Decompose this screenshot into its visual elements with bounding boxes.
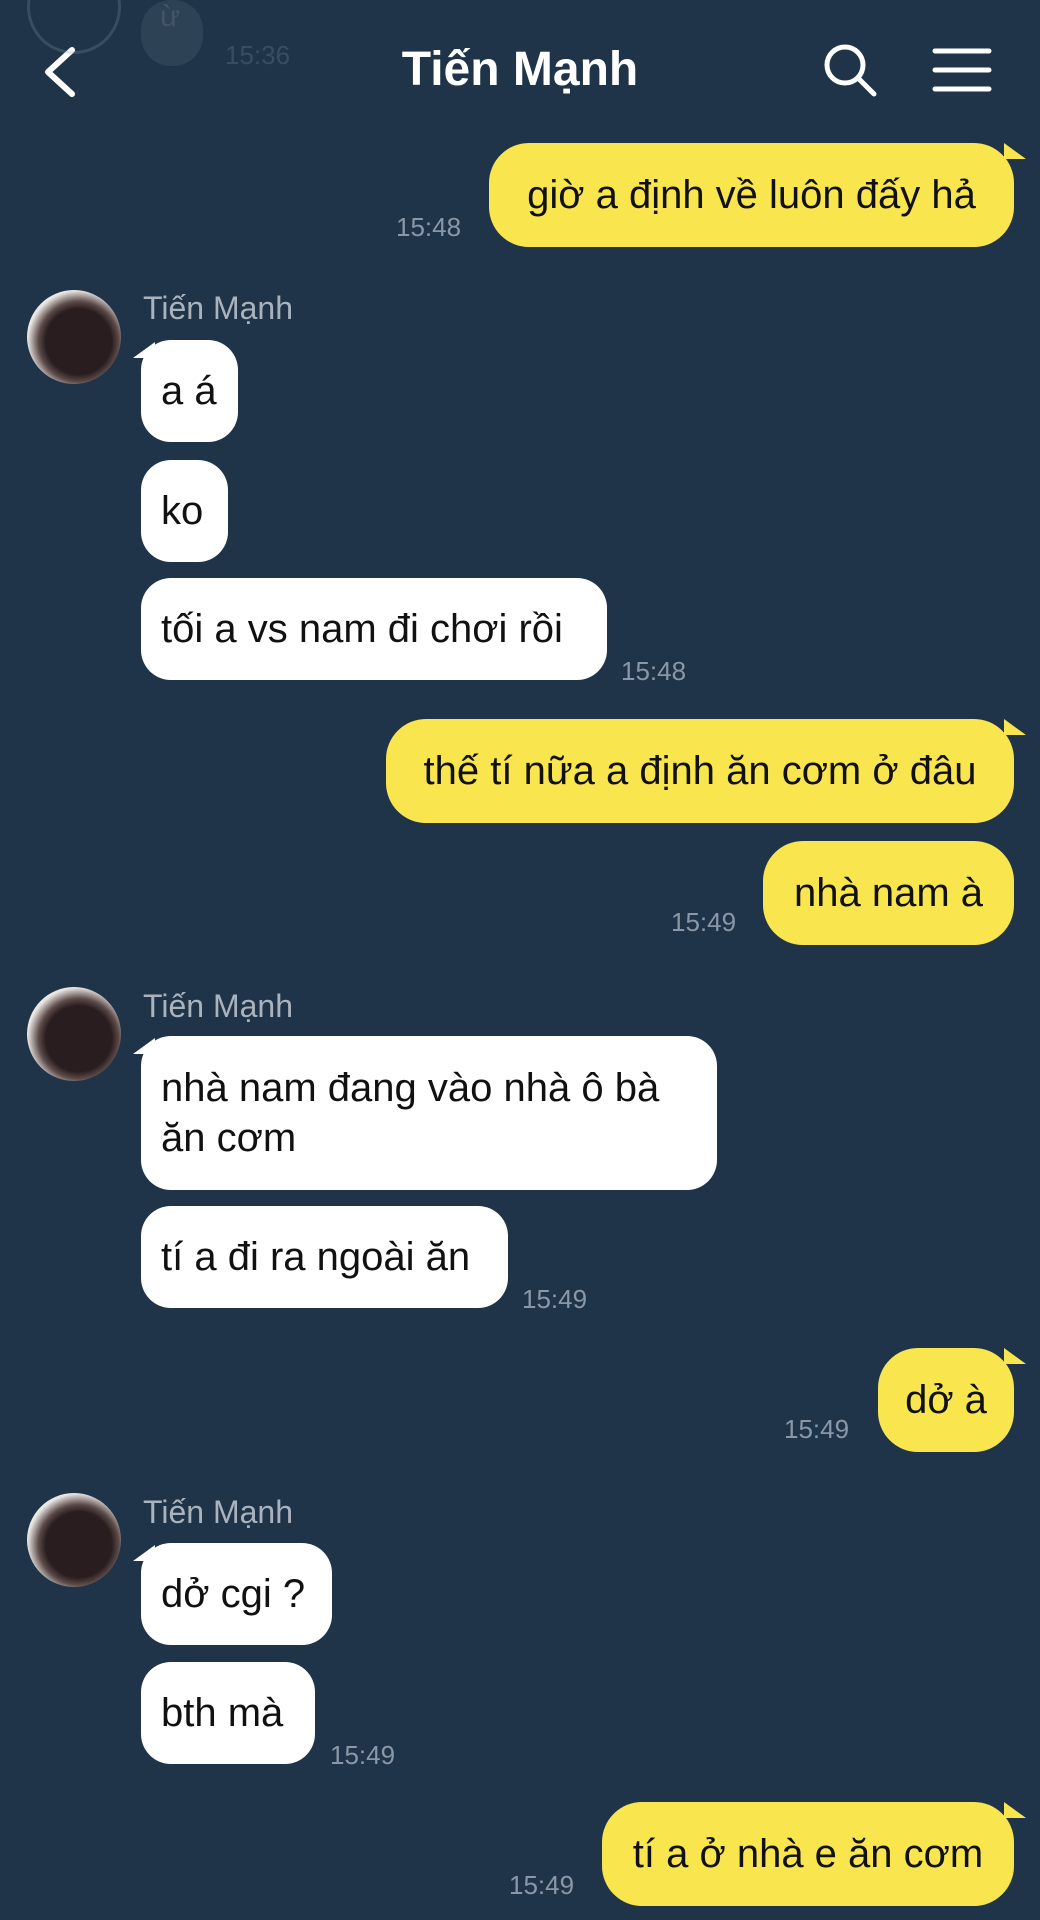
message-text: tối a vs nam đi chơi rồi <box>161 607 563 651</box>
message-text-line: ăn cơm <box>161 1116 297 1160</box>
sender-name: Tiến Mạnh <box>143 290 293 326</box>
message-text-line: nhà nam đang vào nhà ô bà <box>161 1066 660 1110</box>
avatar[interactable] <box>27 1493 121 1587</box>
message-timestamp: 15:49 <box>330 1740 396 1770</box>
outgoing-message[interactable]: dở à <box>878 1348 1014 1452</box>
message-text: giờ a định về luôn đấy hả <box>527 173 976 217</box>
outgoing-message[interactable]: thế tí nữa a định ăn cơm ở đâu <box>386 719 1014 823</box>
avatar <box>27 0 121 54</box>
previous-message-peek: ừ 15:36 <box>25 0 325 100</box>
outgoing-message[interactable]: giờ a định về luôn đấy hả <box>489 143 1014 247</box>
message-text: a á <box>161 369 217 413</box>
message-text: dở cgi ? <box>161 1572 306 1616</box>
menu-button[interactable] <box>932 46 992 94</box>
message-timestamp: 15:49 <box>522 1284 588 1314</box>
incoming-message[interactable]: ko <box>141 460 228 562</box>
incoming-message[interactable]: bth mà <box>141 1662 315 1764</box>
message-timestamp: 15:49 <box>509 1870 575 1900</box>
bubble-tail <box>1004 1802 1026 1818</box>
sender-name: Tiến Mạnh <box>143 1494 293 1530</box>
bubble-tail <box>1004 719 1026 735</box>
message-timestamp: 15:49 <box>784 1414 850 1444</box>
message-text: tí a ở nhà e ăn cơm <box>632 1832 984 1876</box>
sender-name: Tiến Mạnh <box>143 988 293 1024</box>
search-button[interactable] <box>822 42 878 98</box>
search-icon <box>824 44 877 97</box>
avatar[interactable] <box>27 290 121 384</box>
avatar[interactable] <box>27 987 121 1081</box>
message-text: tí a đi ra ngoài ăn <box>161 1235 471 1279</box>
bubble-tail <box>1004 143 1026 159</box>
bubble-tail <box>1004 1348 1026 1364</box>
peek-text: ừ <box>160 0 181 33</box>
message-text: ko <box>161 489 204 533</box>
incoming-message[interactable]: dở cgi ? <box>141 1543 332 1645</box>
message-timestamp: 15:49 <box>671 907 737 937</box>
message-text: thế tí nữa a định ăn cơm ở đâu <box>423 749 977 793</box>
incoming-message[interactable]: tối a vs nam đi chơi rồi <box>141 578 607 680</box>
message-timestamp: 15:48 <box>621 656 687 686</box>
message-timestamp: 15:48 <box>396 212 462 242</box>
outgoing-message[interactable]: tí a ở nhà e ăn cơm <box>602 1802 1014 1906</box>
message-text: nhà nam à <box>793 871 984 915</box>
hamburger-menu-icon <box>932 48 992 92</box>
incoming-message[interactable]: nhà nam đang vào nhà ô bà ăn cơm <box>141 1036 717 1190</box>
message-text: bth mà <box>161 1691 284 1735</box>
incoming-message[interactable]: tí a đi ra ngoài ăn <box>141 1206 508 1308</box>
peek-timestamp: 15:36 <box>225 40 291 70</box>
incoming-message[interactable]: a á <box>141 340 238 442</box>
message-text: dở à <box>905 1378 987 1422</box>
outgoing-message[interactable]: nhà nam à <box>763 841 1014 945</box>
